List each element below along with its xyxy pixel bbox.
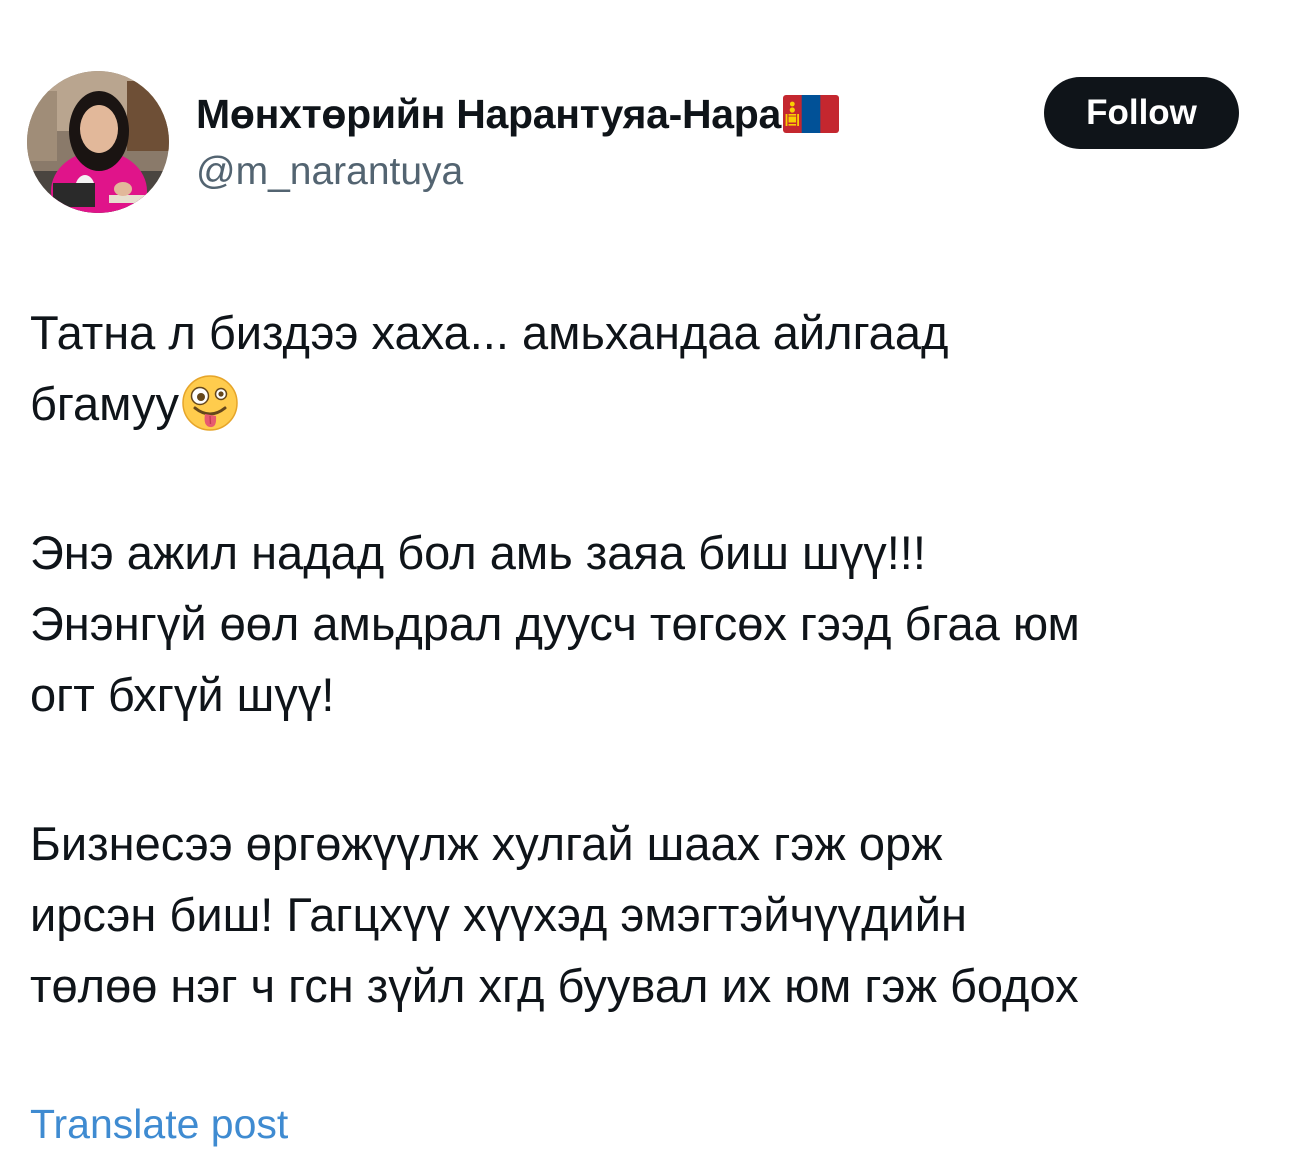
post-line: бгамуу xyxy=(30,377,180,430)
zany-face-emoji-icon xyxy=(181,374,239,432)
post-line: ирсэн биш! Гагцхүү хүүхэд эмэгтэйчүүдийн xyxy=(30,888,967,941)
post-line-with-emoji: бгамуу xyxy=(30,368,1270,439)
post-line: Энэнгүй өөл амьдрал дуусч төгсөх гээд бг… xyxy=(30,597,1080,650)
post-line: Татна л биздээ хаха... амьхандаа айлгаад xyxy=(30,306,949,359)
display-name: Мөнхтөрийн Нарантуяа-Нара xyxy=(196,90,782,137)
mongolia-flag-icon xyxy=(783,95,840,133)
translate-post-link[interactable]: Translate post xyxy=(30,1101,288,1148)
post-text: Татна л биздээ хаха... амьхандаа айлгаад… xyxy=(30,297,1270,1021)
post-line: төлөө нэг ч гсн зүйл хгд буувал их юм гэ… xyxy=(30,959,1079,1012)
post-line: Бизнесээ өргөжүүлж хулгай шаах гэж орж xyxy=(30,817,943,870)
follow-button[interactable]: Follow xyxy=(1044,77,1239,149)
author-handle[interactable]: @m_narantuya xyxy=(196,150,463,194)
avatar-photo xyxy=(27,71,169,213)
post-line: огт бхгүй шүү! xyxy=(30,668,335,721)
tweet-post: Мөнхтөрийн Нарантуяа-Нара @m_narantuya F… xyxy=(0,0,1290,1154)
avatar[interactable] xyxy=(27,71,169,213)
display-name-row[interactable]: Мөнхтөрийн Нарантуяа-Нара xyxy=(196,86,840,142)
post-line: Энэ ажил надад бол амь заяа биш шүү!!! xyxy=(30,526,926,579)
